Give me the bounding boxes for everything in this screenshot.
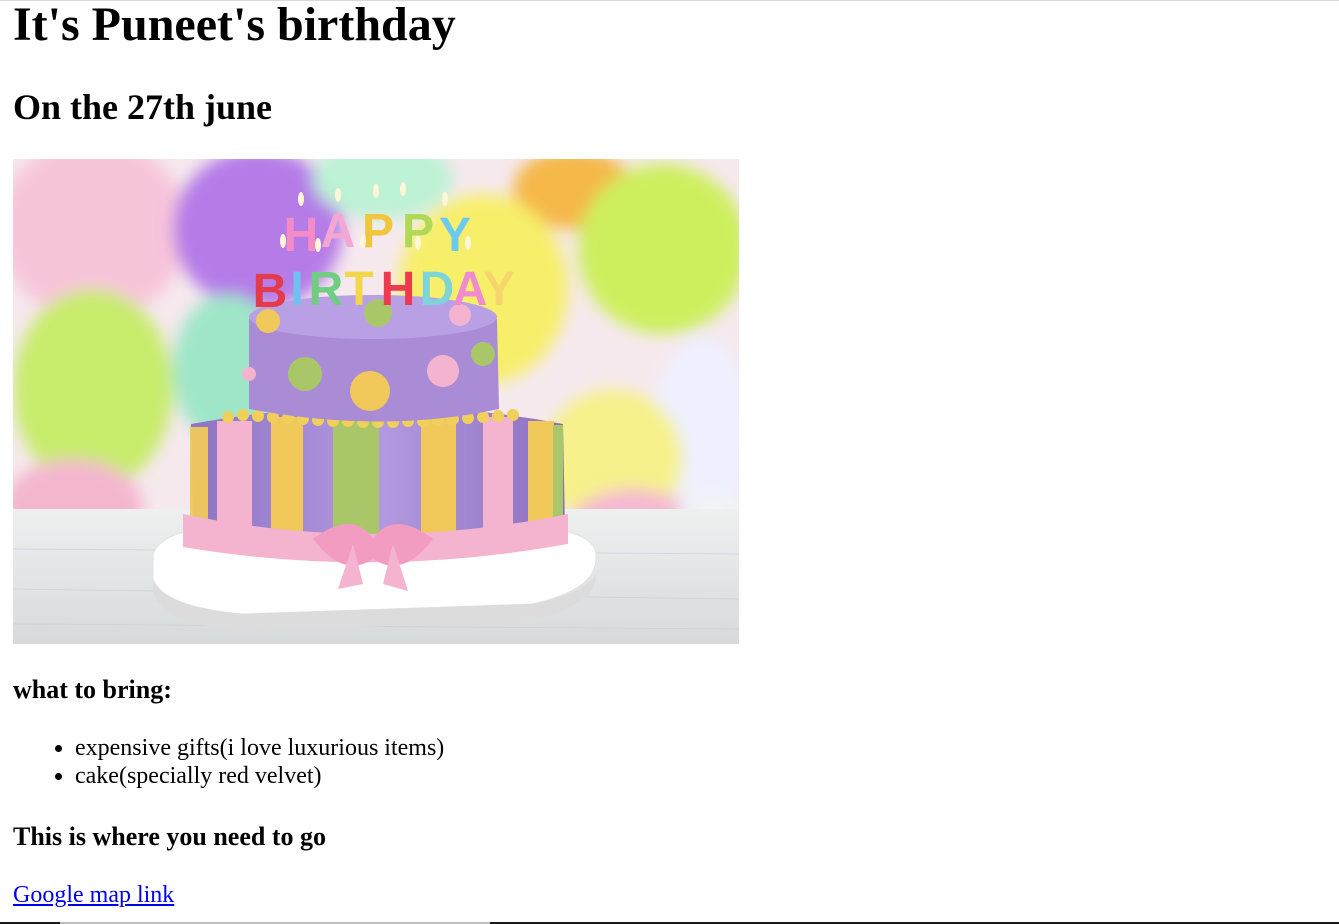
svg-text:R: R (309, 263, 344, 316)
page-title: It's Puneet's birthday (13, 0, 456, 51)
bring-list: expensive gifts(i love luxurious items) … (13, 734, 444, 790)
svg-text:P: P (362, 205, 394, 258)
what-to-bring-heading: what to bring: (13, 675, 172, 704)
svg-text:P: P (402, 205, 434, 258)
google-map-link[interactable]: Google map link (13, 880, 174, 910)
list-item: expensive gifts(i love luxurious items) (75, 734, 444, 762)
svg-text:H: H (284, 209, 319, 262)
svg-text:Y: Y (439, 209, 471, 262)
svg-text:D: D (420, 263, 455, 316)
where-to-go-heading: This is where you need to go (13, 822, 326, 851)
svg-text:I: I (290, 263, 303, 316)
birthday-cake-image: H A P P Y B I R T H D A Y (13, 159, 739, 644)
page-subtitle: On the 27th june (13, 87, 273, 127)
svg-text:T: T (344, 263, 373, 316)
svg-text:A: A (321, 205, 356, 258)
svg-text:H: H (381, 263, 416, 316)
svg-text:Y: Y (483, 263, 515, 316)
list-item: cake(specially red velvet) (75, 762, 444, 790)
svg-text:B: B (253, 265, 288, 318)
